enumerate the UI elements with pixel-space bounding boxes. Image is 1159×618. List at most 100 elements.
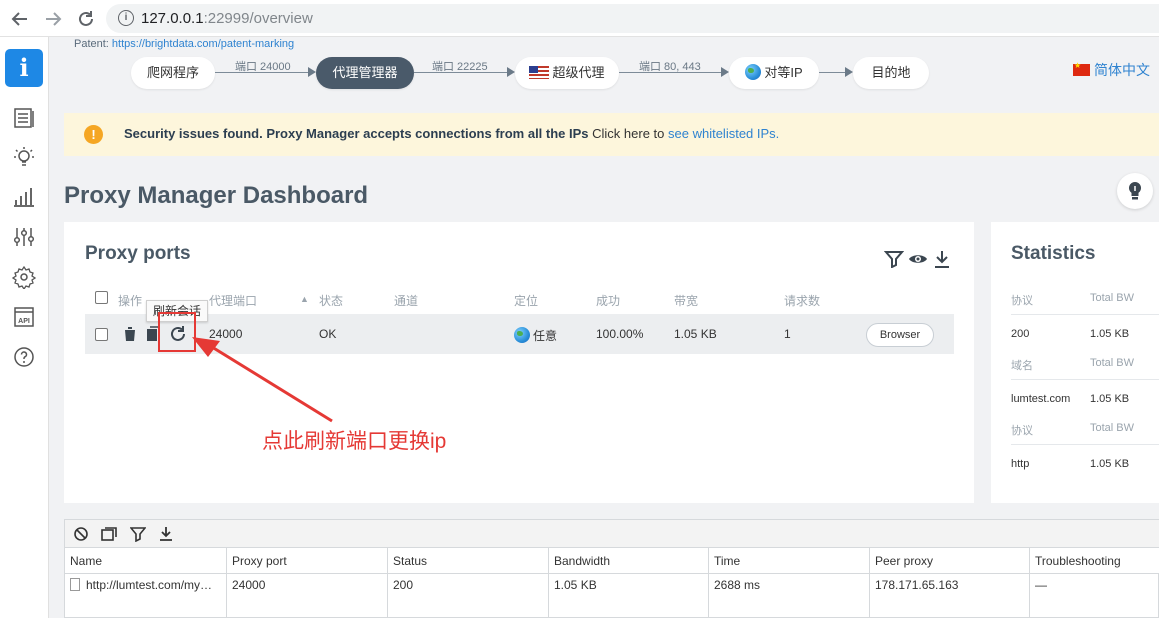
filter-icon[interactable] bbox=[884, 250, 904, 268]
flow-node-proxy-manager: 代理管理器 bbox=[316, 57, 414, 89]
url-text: 127.0.0.1:22999/overview bbox=[141, 10, 313, 27]
divider bbox=[1011, 314, 1159, 315]
flow-node-destination: 目的地 bbox=[853, 57, 929, 89]
log-cell-peer-proxy: 178.171.65.163 bbox=[870, 574, 1030, 618]
flow-node-peer-ip: 对等IP bbox=[729, 57, 819, 89]
log-cell-proxy-port: 24000 bbox=[227, 574, 388, 618]
globe-icon bbox=[514, 327, 530, 343]
globe-icon bbox=[745, 64, 762, 80]
col-header-location: 定位 bbox=[514, 294, 539, 308]
site-info-icon[interactable]: i bbox=[118, 10, 134, 26]
log-cell-bandwidth: 1.05 KB bbox=[549, 574, 709, 618]
log-col-troubleshooting[interactable]: Troubleshooting bbox=[1030, 548, 1159, 574]
svg-text:API: API bbox=[18, 318, 30, 325]
stat-header: Total BW bbox=[1090, 292, 1135, 304]
lightbulb-icon bbox=[1128, 181, 1142, 200]
flow-port-label: 端口 22225 bbox=[432, 61, 488, 73]
whitelisted-ips-link[interactable]: see whitelisted IPs. bbox=[668, 126, 779, 141]
flow-node-crawler: 爬网程序 bbox=[131, 57, 215, 89]
stat-key[interactable]: lumtest.com bbox=[1011, 393, 1070, 405]
log-toolbar bbox=[65, 520, 1159, 548]
warning-icon: ! bbox=[84, 125, 103, 144]
flow-connector bbox=[819, 72, 845, 73]
statistics-panel: Statistics 协议 Total BW 200 1.05 KB 域名 To… bbox=[991, 222, 1159, 503]
stat-header: 协议 bbox=[1011, 295, 1033, 307]
col-header-status: 状态 bbox=[319, 294, 344, 308]
log-col-peer-proxy[interactable]: Peer proxy bbox=[870, 548, 1030, 574]
col-header-actions: 操作 bbox=[118, 294, 143, 308]
stat-value: 1.05 KB bbox=[1090, 393, 1130, 405]
divider bbox=[1011, 444, 1159, 445]
reload-icon[interactable] bbox=[75, 8, 97, 30]
warning-text: Security issues found. Proxy Manager acc… bbox=[124, 126, 780, 141]
download-icon[interactable] bbox=[158, 526, 174, 542]
flow-arrow-icon bbox=[507, 67, 515, 77]
success-value: 100.00% bbox=[596, 327, 644, 341]
download-icon[interactable] bbox=[933, 249, 951, 269]
log-cell-name[interactable]: http://lumtest.com/my… bbox=[65, 574, 227, 618]
flow-node-super-proxy: 超级代理 bbox=[515, 57, 619, 89]
delete-trash-icon[interactable] bbox=[122, 326, 138, 342]
browser-toolbar: i 127.0.0.1:22999/overview bbox=[0, 0, 1159, 37]
panel-title: Proxy ports bbox=[85, 243, 191, 264]
log-col-name[interactable]: Name bbox=[65, 548, 227, 574]
document-icon bbox=[70, 578, 80, 591]
bandwidth-value: 1.05 KB bbox=[674, 327, 717, 341]
stat-header: Total BW bbox=[1090, 357, 1135, 369]
stat-header: 域名 bbox=[1011, 360, 1033, 372]
log-col-bandwidth[interactable]: Bandwidth bbox=[549, 548, 709, 574]
log-cell-troubleshooting: — bbox=[1035, 578, 1047, 592]
back-arrow-icon[interactable] bbox=[9, 8, 31, 30]
divider bbox=[1011, 379, 1159, 380]
eye-icon[interactable] bbox=[908, 251, 928, 267]
forward-arrow-icon[interactable] bbox=[42, 8, 64, 30]
log-cell-status: 200 bbox=[388, 574, 549, 618]
col-header-success: 成功 bbox=[596, 294, 621, 308]
flow-arrow-icon bbox=[721, 67, 729, 77]
col-header-channel: 通道 bbox=[394, 294, 419, 308]
stat-value: 1.05 KB bbox=[1090, 328, 1130, 340]
col-header-bandwidth: 带宽 bbox=[674, 294, 699, 308]
sliders-icon[interactable] bbox=[12, 225, 36, 249]
col-header-port[interactable]: 代理端口 bbox=[209, 292, 257, 309]
lightbulb-icon[interactable] bbox=[12, 145, 36, 169]
stat-header: 协议 bbox=[1011, 425, 1033, 437]
help-icon[interactable] bbox=[12, 345, 36, 369]
api-icon[interactable]: API bbox=[12, 305, 36, 329]
log-col-proxy-port[interactable]: Proxy port bbox=[227, 548, 388, 574]
flow-arrow-icon bbox=[308, 67, 316, 77]
filter-icon[interactable] bbox=[130, 526, 146, 542]
info-logo-icon[interactable]: i bbox=[5, 49, 43, 87]
logs-icon[interactable] bbox=[12, 106, 36, 130]
stat-key[interactable]: 200 bbox=[1011, 328, 1029, 340]
patent-notice: Patent: https://brightdata.com/patent-ma… bbox=[74, 38, 295, 50]
select-all-checkbox[interactable] bbox=[95, 291, 108, 304]
statistics-title: Statistics bbox=[1011, 243, 1096, 264]
settings-gear-icon[interactable] bbox=[11, 265, 37, 291]
clear-icon[interactable] bbox=[73, 526, 89, 542]
browser-button[interactable]: Browser bbox=[866, 323, 934, 347]
stats-bars-icon[interactable] bbox=[12, 185, 36, 209]
patent-link[interactable]: https://brightdata.com/patent-marking bbox=[112, 38, 294, 50]
stat-value: 1.05 KB bbox=[1090, 458, 1130, 470]
stat-header: Total BW bbox=[1090, 422, 1135, 434]
log-col-time[interactable]: Time bbox=[709, 548, 870, 574]
stat-key[interactable]: http bbox=[1011, 458, 1029, 470]
address-bar[interactable]: i 127.0.0.1:22999/overview bbox=[106, 4, 1159, 33]
tips-button[interactable] bbox=[1117, 173, 1153, 209]
log-cell-time: 2688 ms bbox=[709, 574, 870, 618]
page-title: Proxy Manager Dashboard bbox=[64, 182, 369, 209]
china-flag-icon bbox=[1073, 61, 1090, 76]
sort-asc-icon[interactable]: ▲ bbox=[300, 294, 309, 304]
requests-value: 1 bbox=[784, 327, 791, 341]
annotation-text: 点此刷新端口更换ip bbox=[262, 430, 447, 453]
annotation-arrow-icon bbox=[192, 337, 333, 423]
location-value: 任意 bbox=[514, 327, 557, 344]
security-warning-banner: ! Security issues found. Proxy Manager a… bbox=[64, 113, 1159, 156]
row-checkbox[interactable] bbox=[95, 328, 108, 341]
window-icon[interactable] bbox=[101, 526, 117, 542]
flow-arrow-icon bbox=[845, 67, 853, 77]
language-selector[interactable]: 简体中文 bbox=[1073, 60, 1150, 80]
log-col-status[interactable]: Status bbox=[388, 548, 549, 574]
flow-port-label: 端口 24000 bbox=[235, 61, 291, 73]
